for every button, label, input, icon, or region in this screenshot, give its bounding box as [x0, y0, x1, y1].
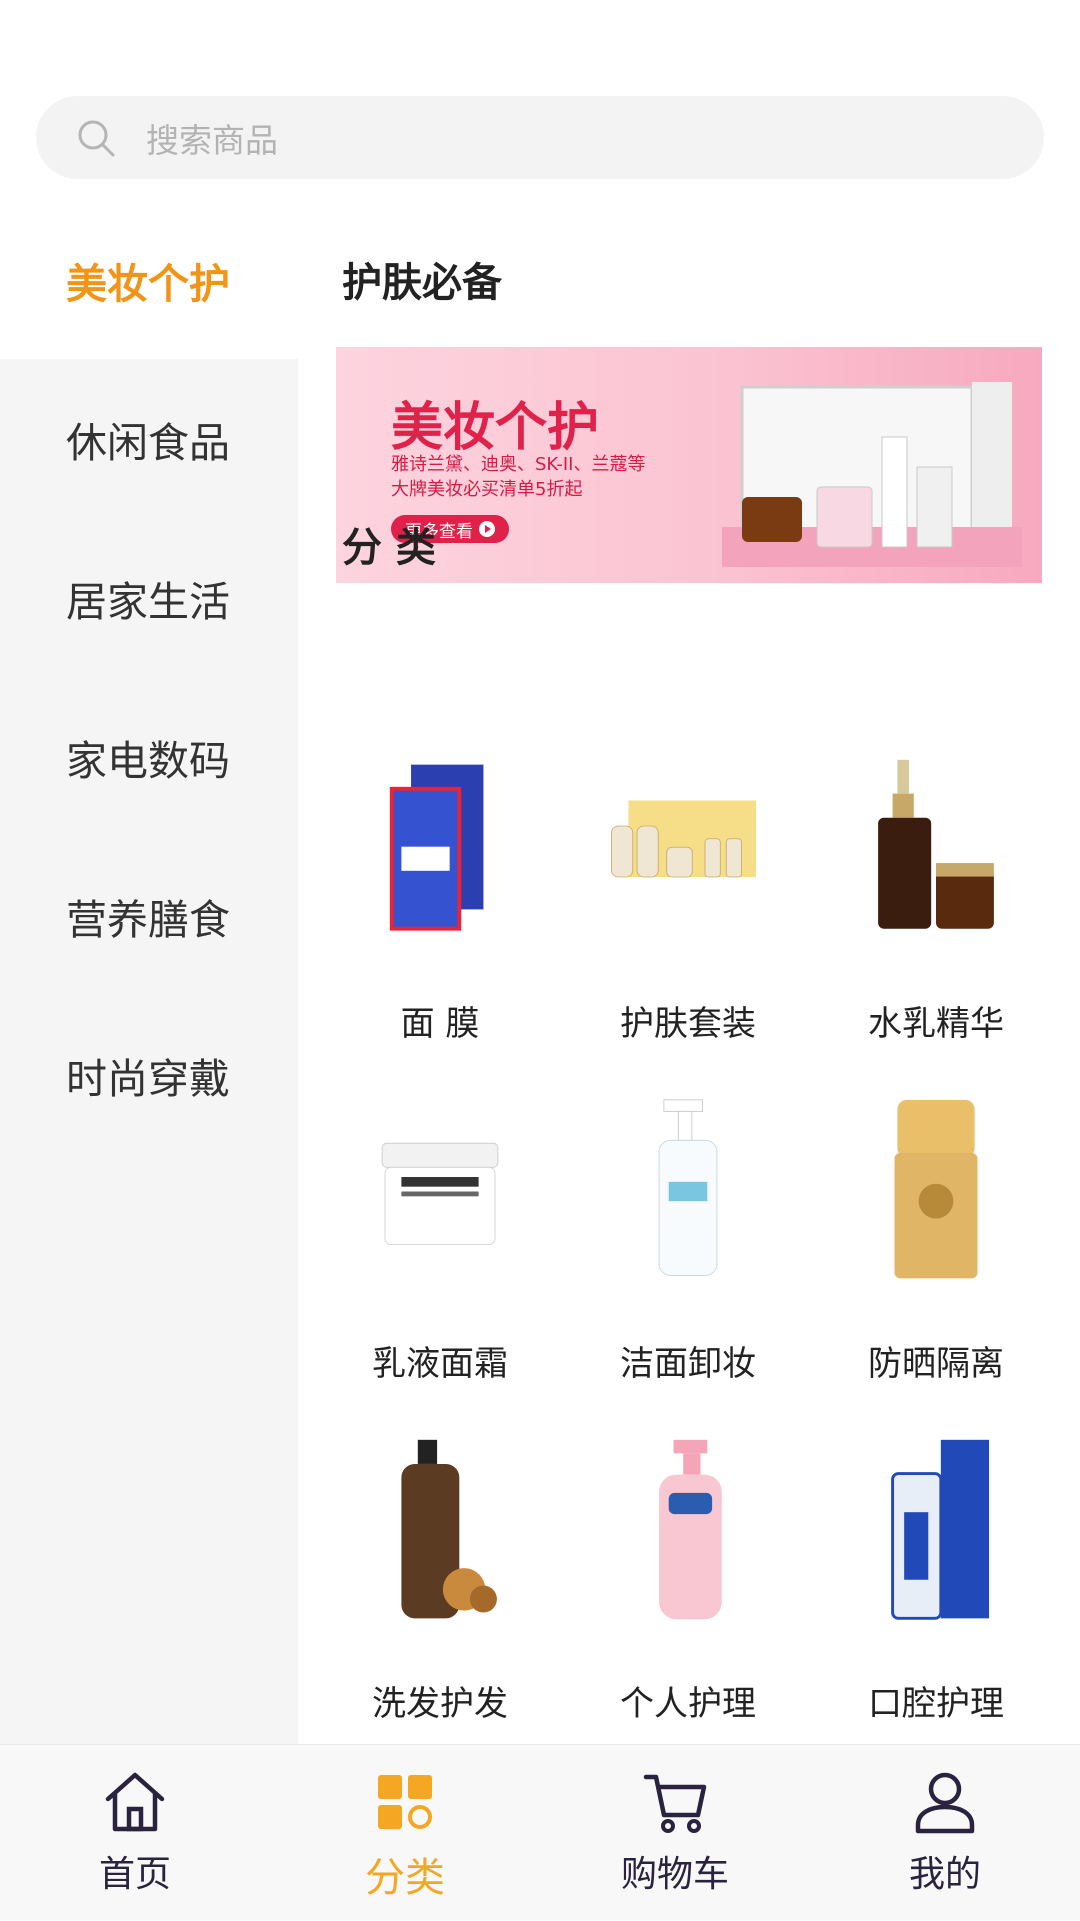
nav-label: 购物车	[620, 1854, 729, 1895]
banner-subtitle-1: 雅诗兰黛、迪奥、SK-II、兰蔻等	[391, 454, 646, 475]
face-mask-icon	[389, 764, 484, 931]
user-icon	[915, 1772, 975, 1834]
banner-title: 美妆个护	[391, 398, 600, 458]
category-oral-care[interactable]: 口腔护理	[812, 1405, 1060, 1725]
category-sidebar: 美妆个护 休闲食品 居家生活 家电数码 营养膳食 时尚穿戴	[0, 200, 298, 1744]
nav-label: 分类	[365, 1855, 445, 1901]
category-hair-care[interactable]: 洗发护发	[316, 1405, 564, 1725]
category-cream[interactable]: 乳液面霜	[316, 1065, 564, 1385]
banner-products-image	[722, 382, 1022, 567]
sidebar-item-fashion[interactable]: 时尚穿戴	[0, 995, 298, 1154]
nav-home[interactable]: 首页	[0, 1745, 270, 1921]
section-title: 护肤必备	[342, 260, 502, 306]
nav-category[interactable]: 分类	[270, 1745, 540, 1921]
sidebar-item-beauty[interactable]: 美妆个护	[0, 200, 298, 359]
search-bar[interactable]: 搜索商品	[36, 96, 1044, 179]
category-sunscreen[interactable]: 防晒隔离	[812, 1065, 1060, 1385]
category-label: 乳液面霜	[372, 1344, 508, 1384]
bottom-nav: 首页 分类 购物车 我的	[0, 1744, 1080, 1920]
nav-cart[interactable]: 购物车	[540, 1745, 810, 1921]
category-label: 防晒隔离	[868, 1344, 1004, 1384]
category-title: 分 类	[342, 525, 436, 571]
search-icon	[78, 120, 115, 156]
sunscreen-icon	[894, 1099, 978, 1279]
category-serum[interactable]: 水乳精华	[812, 725, 1060, 1045]
sidebar-item-electronics[interactable]: 家电数码	[0, 677, 298, 836]
cleanser-bottle-icon	[658, 1099, 718, 1276]
search-placeholder: 搜索商品	[146, 120, 278, 160]
category-label: 洁面卸妆	[620, 1344, 756, 1384]
promo-banner[interactable]: 美妆个护 雅诗兰黛、迪奥、SK-II、兰蔻等 大牌美妆必买清单5折起 更多查看	[336, 347, 1042, 583]
category-cleanser[interactable]: 洁面卸妆	[564, 1065, 812, 1385]
play-icon	[479, 521, 495, 537]
lotion-icon	[659, 1439, 722, 1620]
category-label: 护肤套装	[620, 1004, 756, 1044]
category-label: 个人护理	[620, 1684, 756, 1724]
category-label: 水乳精华	[868, 1004, 1004, 1044]
category-personal-care[interactable]: 个人护理	[564, 1405, 812, 1725]
category-label: 口腔护理	[868, 1684, 1004, 1724]
shampoo-icon	[401, 1439, 497, 1619]
serum-icon	[878, 759, 994, 929]
category-face-mask[interactable]: 面 膜	[316, 725, 564, 1045]
nav-label: 首页	[98, 1854, 171, 1895]
nav-label: 我的	[908, 1854, 981, 1895]
cart-icon	[643, 1774, 707, 1833]
sidebar-item-home[interactable]: 居家生活	[0, 518, 298, 677]
banner-subtitle-2: 大牌美妆必买清单5折起	[391, 479, 583, 500]
main-content: 护肤必备 美妆个护 雅诗兰黛、迪奥、SK-II、兰蔻等 大牌美妆必买清单5折起 …	[298, 200, 1080, 1744]
home-icon	[105, 1772, 165, 1832]
category-skincare-set[interactable]: 护肤套装	[564, 725, 812, 1045]
category-icon	[378, 1775, 432, 1829]
category-label: 洗发护发	[372, 1684, 508, 1724]
sidebar-item-snacks[interactable]: 休闲食品	[0, 359, 298, 518]
skincare-set-icon	[611, 800, 756, 878]
cream-jar-icon	[381, 1142, 499, 1246]
sidebar-item-nutrition[interactable]: 营养膳食	[0, 836, 298, 995]
toothpaste-icon	[891, 1439, 990, 1620]
nav-profile[interactable]: 我的	[810, 1745, 1080, 1921]
category-label: 面 膜	[400, 1004, 480, 1044]
